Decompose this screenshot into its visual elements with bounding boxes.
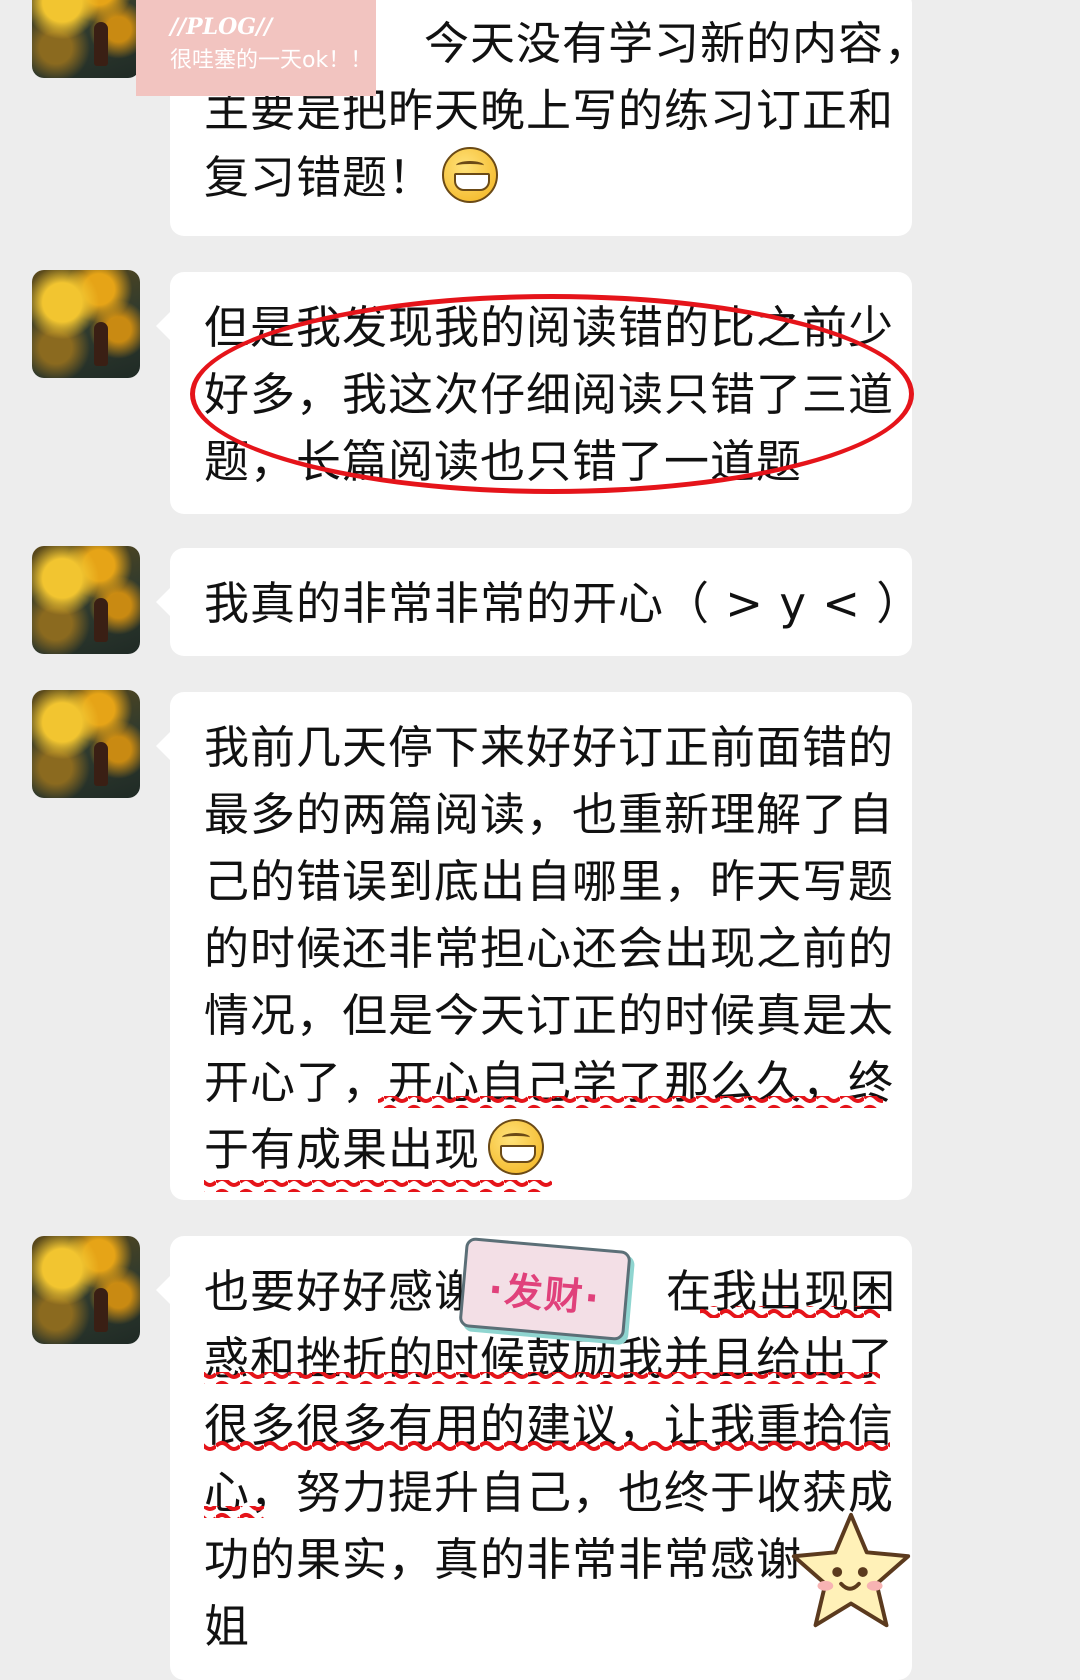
message-line: 题，长篇阅读也只错了一道题 [204, 435, 803, 488]
message-line: 开心了，开心自己学了那么久，终 [204, 1056, 895, 1109]
avatar[interactable] [32, 690, 140, 798]
plog-sticker-line1: //PLOG// [170, 14, 273, 40]
message-line: 于有成果出现 [204, 1116, 880, 1183]
message-line: 功的果实，真的非常非常感谢 [204, 1533, 803, 1586]
message-line: 很多很多有用的建议，让我重拾信 [204, 1399, 895, 1452]
message-line: 的时候还非常担心还会出现之前的 [204, 922, 895, 975]
message-line: 但是我发现我的阅读错的比之前少 [204, 301, 895, 354]
avatar[interactable] [32, 270, 140, 378]
plog-sticker: //PLOG// 很哇塞的一天ok！！ [136, 0, 376, 96]
chat-bubble[interactable]: 但是我发现我的阅读错的比之前少 好多，我这次仔细阅读只错了三道 题，长篇阅读也只… [156, 272, 912, 514]
avatar[interactable] [32, 1236, 140, 1344]
chat-bubble[interactable]: 我真的非常非常的开心（ > y < ） [156, 548, 923, 656]
chat-bubble[interactable]: 我前几天停下来好好订正前面错的 最多的两篇阅读，也重新理解了自 己的错误到底出自… [156, 692, 912, 1200]
grin-emoji-icon [442, 147, 499, 203]
star-sticker-icon [791, 1512, 911, 1628]
message-line: 情况，但是今天订正的时候真是太 [204, 989, 895, 1042]
plog-sticker-line2: 很哇塞的一天ok！！ [170, 48, 373, 73]
message-line: 惑和挫折的时候鼓励我并且给出了 [204, 1332, 895, 1385]
message-line: 姐 [204, 1600, 251, 1653]
message-line: 己的错误到底出自哪里，昨天写题 [204, 855, 895, 908]
message-line: 最多的两篇阅读，也重新理解了自 [204, 788, 895, 841]
avatar[interactable] [32, 546, 140, 654]
message-line: 我前几天停下来好好订正前面错的 [204, 721, 895, 774]
fortune-sticker: ·发财· [458, 1236, 632, 1342]
message-line: 好多，我这次仔细阅读只错了三道 [204, 368, 895, 421]
message-line: 心，努力提升自己，也终于收获成 [204, 1466, 895, 1519]
message-line: 我真的非常非常的开心（ > y < ） [204, 577, 923, 630]
grin-emoji-icon [488, 1119, 545, 1175]
message-line: 复习错题！ [204, 144, 880, 211]
avatar[interactable] [32, 0, 140, 78]
fortune-sticker-text: ·发财· [486, 1267, 603, 1321]
